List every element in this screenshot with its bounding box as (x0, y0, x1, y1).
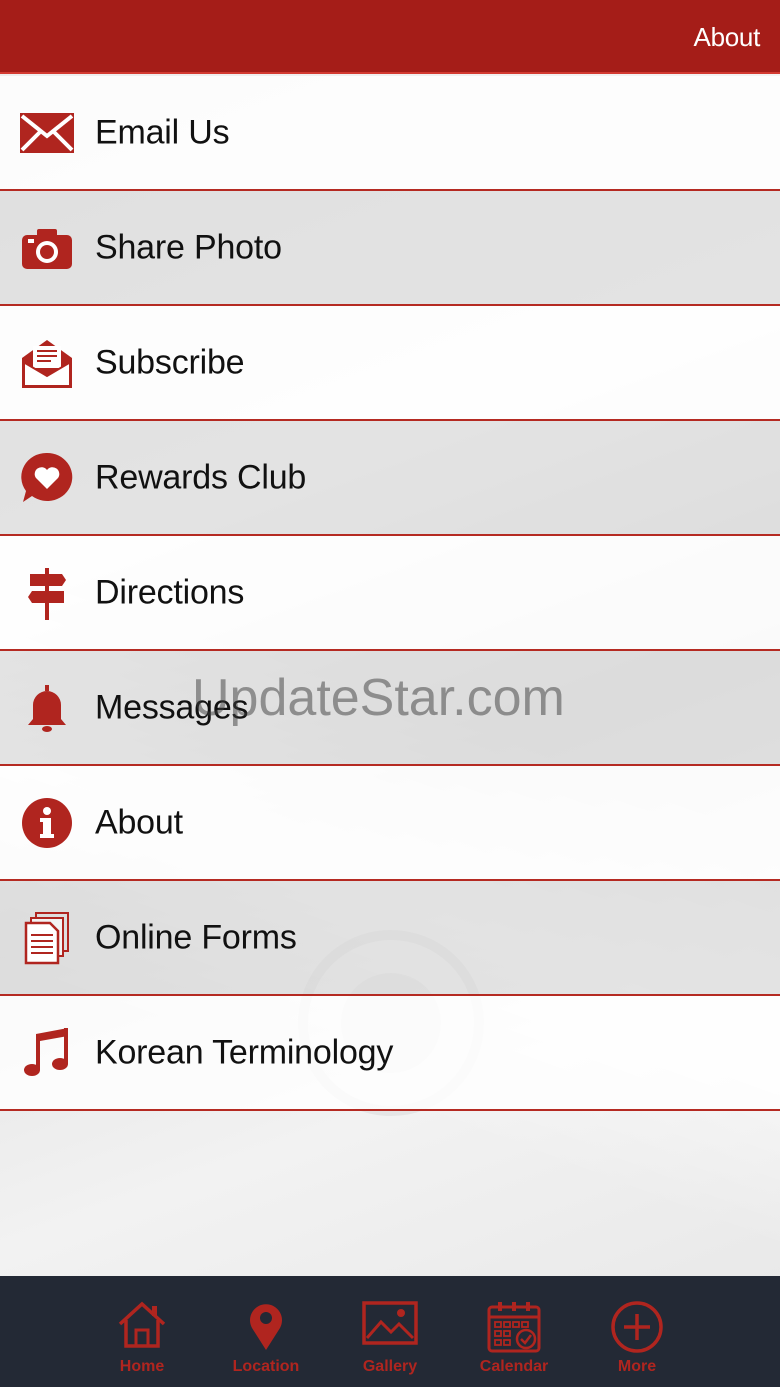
header-title: About (693, 22, 761, 52)
tab-label: Gallery (362, 1358, 418, 1375)
menu-item-label: Online Forms (95, 918, 297, 956)
menu-item-online-forms[interactable]: Online Forms (0, 881, 780, 996)
tab-gallery[interactable]: Gallery (325, 1276, 455, 1387)
bell-icon (18, 679, 76, 737)
app-header: About (0, 0, 780, 74)
menu-item-email-us[interactable]: Email Us (0, 76, 780, 191)
signpost-icon (18, 564, 76, 622)
newsletter-icon (18, 334, 76, 392)
heart-bubble-icon (18, 449, 76, 507)
location-pin-icon (250, 1304, 282, 1350)
bottom-tab-bar: Home Location Gallery Calendar More (0, 1276, 780, 1387)
menu-item-label: Email Us (95, 113, 230, 151)
tab-label: More (617, 1358, 657, 1375)
menu-item-label: About (95, 803, 183, 841)
tab-label: Location (232, 1358, 300, 1375)
home-icon (118, 1301, 166, 1348)
menu-item-label: Rewards Club (95, 458, 307, 496)
info-icon (18, 794, 76, 852)
menu-item-about[interactable]: About (0, 766, 780, 881)
music-note-icon (18, 1024, 76, 1082)
calendar-icon (487, 1302, 541, 1353)
envelope-icon (18, 104, 76, 162)
menu-item-rewards-club[interactable]: Rewards Club (0, 421, 780, 536)
gallery-icon (362, 1301, 418, 1345)
menu-item-share-photo[interactable]: Share Photo (0, 191, 780, 306)
menu-item-korean-terminology[interactable]: Korean Terminology (0, 996, 780, 1111)
menu-item-label: Directions (95, 573, 245, 611)
plus-circle-icon (611, 1301, 663, 1353)
menu-item-directions[interactable]: Directions (0, 536, 780, 651)
tab-home[interactable]: Home (77, 1276, 207, 1387)
menu-item-label: Korean Terminology (95, 1033, 394, 1071)
tab-more[interactable]: More (572, 1276, 702, 1387)
menu-item-label: Share Photo (95, 228, 282, 266)
menu-item-label: Subscribe (95, 343, 245, 381)
menu-item-messages[interactable]: Messages (0, 651, 780, 766)
tab-label: Home (119, 1358, 165, 1375)
tab-calendar[interactable]: Calendar (449, 1276, 579, 1387)
menu-list: Email Us Share Photo Subscribe Rewards C… (0, 76, 780, 1111)
tab-label: Calendar (479, 1358, 549, 1375)
documents-icon (18, 909, 76, 967)
tab-location[interactable]: Location (201, 1276, 331, 1387)
menu-item-subscribe[interactable]: Subscribe (0, 306, 780, 421)
menu-item-label: Messages (95, 688, 249, 726)
camera-icon (18, 219, 76, 277)
